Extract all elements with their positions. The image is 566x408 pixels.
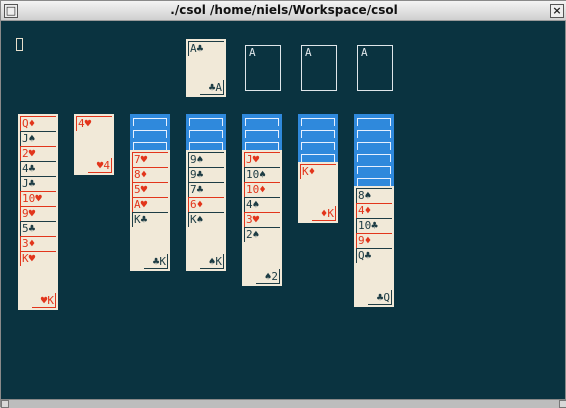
face-down-card [186,138,226,150]
tableau-card[interactable]: 5♥ [132,182,168,197]
face-down-card [354,174,394,186]
tableau-card[interactable]: 3♥ [244,212,280,227]
card-corner-bottom: ♠2 [256,269,280,284]
tableau-card[interactable]: 9♥ [20,206,56,221]
tableau-card[interactable]: 9♦ [356,233,392,248]
face-down-card [354,162,394,174]
card-corner-bottom: ♦K [312,206,336,221]
foundation-label: A [249,46,256,59]
face-down-card [354,150,394,162]
face-down-card [130,138,170,150]
face-down-card [130,114,170,126]
tableau-pile-3[interactable]: 7♥ 8♦ 5♥ A♥ K♣ ♣K [130,150,170,271]
tableau-card[interactable]: 10♠ [244,167,280,182]
card-corner-bottom: ♠K [200,254,224,269]
face-down-card [242,138,282,150]
face-down-card [298,138,338,150]
tableau-card[interactable]: 4♥ [76,116,112,131]
tableau-pile-1[interactable]: Q♦ J♠ 2♥ 4♣ J♣ 10♥ 9♥ 5♣ 3♦ K♥ ♥K [18,114,58,310]
face-down-card [186,114,226,126]
face-down-card [242,126,282,138]
foundation-label: A [361,46,368,59]
tableau-pile-5[interactable]: J♥ 10♠ 10♦ 4♠ 3♥ 2♠ ♠2 [242,150,282,286]
tableau-pile-6[interactable]: K♦ ♦K [298,162,338,223]
tableau-card[interactable]: 10♣ [356,218,392,233]
face-down-card [186,126,226,138]
tableau-card[interactable]: 9♠ [188,152,224,167]
foundation-label: A [305,46,312,59]
face-down-card [298,126,338,138]
foundation-slot[interactable]: A [301,45,337,91]
tableau-pile-4[interactable]: 9♠ 9♣ 7♣ 6♦ K♠ ♠K [186,150,226,271]
tableau-card[interactable]: 10♥ [20,191,56,206]
face-down-card [354,138,394,150]
tableau-card[interactable]: 10♦ [244,182,280,197]
stock-card[interactable]: A♣ ♣A [186,39,226,97]
face-down-card [354,114,394,126]
tableau-card[interactable]: 9♣ [188,167,224,182]
tableau-card[interactable]: K♦ [300,164,336,179]
tableau-card[interactable]: 4♣ [20,161,56,176]
face-down-card [242,114,282,126]
tableau-card[interactable]: 5♣ [20,221,56,236]
tableau-card[interactable]: 4♦ [356,203,392,218]
foundation-slot[interactable]: A [357,45,393,91]
face-down-card [298,150,338,162]
card-corner-bottom: ♥K [32,293,56,308]
tableau-pile-7[interactable]: 8♠ 4♦ 10♣ 9♦ Q♣ ♣Q [354,186,394,307]
tableau-card[interactable]: 7♣ [188,182,224,197]
tableau-card[interactable]: K♣ [132,212,168,227]
window-title: ./csol /home/niels/Workspace/csol [170,3,398,17]
tableau-card[interactable]: Q♦ [20,116,56,131]
card-corner-top: A♣ [188,41,224,56]
tableau-card[interactable]: 4♠ [244,197,280,212]
tableau-card[interactable]: Q♣ [356,248,392,263]
card-corner-bottom: ♣A [200,80,224,95]
tableau-card[interactable]: J♣ [20,176,56,191]
tableau-card[interactable]: K♥ [20,251,56,266]
title-bar[interactable]: □ ./csol /home/niels/Workspace/csol × [1,1,566,21]
tableau-pile-2[interactable]: 4♥ ♥4 [74,114,114,175]
card-corner-bottom: ♣Q [368,290,392,305]
foundation-slot[interactable]: A [245,45,281,91]
face-down-card [130,126,170,138]
terminal-cursor [16,38,23,51]
tableau-card[interactable]: 8♦ [132,167,168,182]
tableau-card[interactable]: K♠ [188,212,224,227]
card-corner-bottom: ♣K [144,254,168,269]
tableau-card[interactable]: A♥ [132,197,168,212]
tableau-card[interactable]: J♠ [20,131,56,146]
card-corner-bottom: ♥4 [88,158,112,173]
close-button[interactable]: × [550,4,564,18]
tableau-card[interactable]: 8♠ [356,188,392,203]
tableau-card[interactable]: 6♦ [188,197,224,212]
terminal-window: □ ./csol /home/niels/Workspace/csol × A♣… [0,0,566,408]
close-icon: × [552,4,562,17]
tableau-card[interactable]: 2♠ [244,227,280,242]
tableau-card[interactable]: 2♥ [20,146,56,161]
tableau-card[interactable]: 3♦ [20,236,56,251]
face-down-card [298,114,338,126]
tableau-card[interactable]: 7♥ [132,152,168,167]
tableau-card[interactable]: J♥ [244,152,280,167]
face-down-card [354,126,394,138]
